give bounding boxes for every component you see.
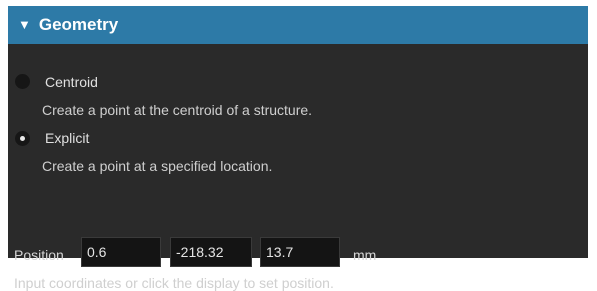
position-y-input[interactable] — [170, 237, 252, 267]
option-description-centroid: Create a point at the centroid of a stru… — [42, 102, 313, 118]
radio-explicit[interactable] — [15, 131, 30, 146]
option-description-explicit: Create a point at a specified location. — [42, 158, 273, 174]
position-x-input[interactable] — [81, 237, 161, 267]
position-hint: Input coordinates or click the display t… — [14, 275, 334, 291]
option-label-explicit[interactable]: Explicit — [45, 130, 89, 146]
section-title: Geometry — [38, 15, 119, 34]
option-label-centroid[interactable]: Centroid — [45, 74, 98, 90]
geometry-panel: ▼ Geometry Centroid Create a point at th… — [8, 6, 588, 291]
radio-centroid[interactable] — [15, 74, 30, 89]
collapse-triangle-icon[interactable]: ▼ — [18, 17, 31, 32]
section-header[interactable]: ▼ Geometry — [8, 6, 588, 44]
position-z-input[interactable] — [260, 237, 340, 267]
